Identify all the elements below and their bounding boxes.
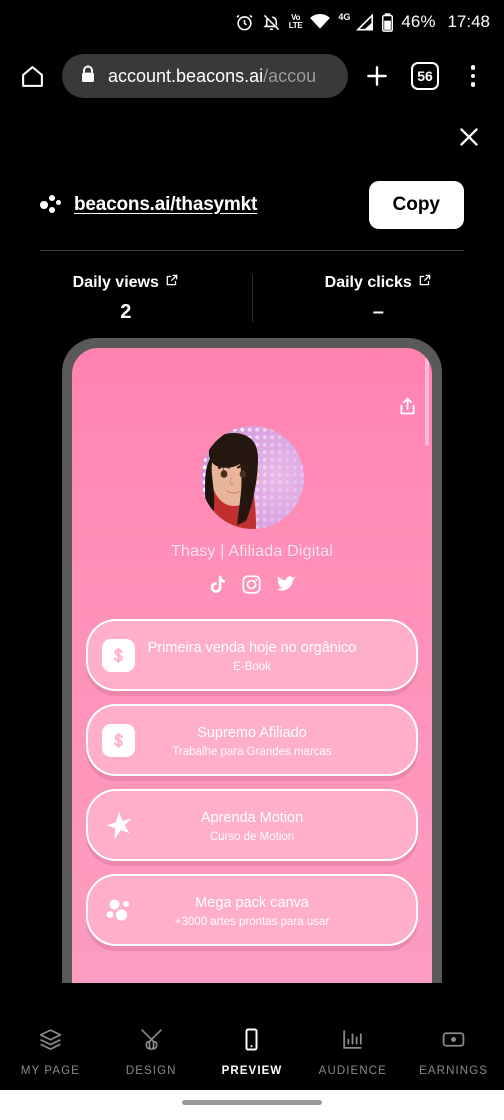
wifi-icon	[310, 14, 331, 30]
lock-icon	[80, 65, 96, 88]
nav-label: EARNINGS	[419, 1065, 489, 1077]
stat-daily-views[interactable]: Daily views 2	[0, 273, 252, 324]
layers-icon	[38, 1027, 63, 1057]
status-bar: Vo LTE 4G 46% 17:48	[0, 0, 504, 44]
social-links	[86, 574, 418, 600]
signal-4g-icon	[356, 13, 374, 31]
link-subtitle: Curso de Motion	[209, 830, 295, 843]
tab-count-label: 56	[411, 62, 439, 90]
profile-portrait	[204, 433, 258, 529]
stats-row: Daily views 2 Daily clicks –	[0, 251, 504, 338]
link-card[interactable]: Aprenda Motion Curso de Motion	[86, 789, 418, 861]
volte-icon: Vo LTE	[288, 13, 303, 30]
status-clock: 17:48	[447, 12, 490, 31]
network-type-label: 4G	[338, 12, 351, 22]
link-subtitle: E-Book	[233, 660, 271, 673]
preview-area: Thasy | Afiliada Digital Primeira venda …	[0, 338, 504, 983]
gesture-bar[interactable]	[182, 1100, 322, 1105]
share-icon[interactable]	[397, 395, 418, 423]
bottom-navigation: MY PAGE DESIGN PREVIEW AUDIENCE EARNINGS	[0, 1014, 504, 1090]
link-card[interactable]: Supremo Afiliado Trabalhe para Grandes m…	[86, 704, 418, 776]
stat-label-text: Daily views	[72, 273, 159, 291]
stat-daily-clicks[interactable]: Daily clicks –	[253, 273, 504, 324]
link-text: Aprenda Motion Curso de Motion	[102, 808, 402, 843]
link-card[interactable]: Mega pack canva +3000 artes prontas para…	[86, 874, 418, 946]
nav-item-audience[interactable]: AUDIENCE	[302, 1027, 403, 1077]
plus-icon[interactable]	[358, 56, 396, 96]
link-title: Aprenda Motion	[200, 809, 304, 826]
close-row	[0, 108, 504, 170]
link-subtitle: +3000 artes prontas para usar	[174, 915, 330, 928]
instagram-icon[interactable]	[241, 574, 262, 600]
copy-button[interactable]: Copy	[368, 181, 464, 229]
home-icon[interactable]	[12, 56, 52, 96]
phone-icon	[239, 1027, 264, 1057]
nav-item-design[interactable]: DESIGN	[101, 1027, 202, 1077]
phone-screen[interactable]: Thasy | Afiliada Digital Primeira venda …	[72, 348, 432, 983]
url-text: account.beacons.ai/accou	[108, 66, 316, 87]
gesture-nav-area	[0, 1090, 504, 1120]
tiktok-icon[interactable]	[207, 574, 228, 600]
nav-item-earnings[interactable]: EARNINGS	[403, 1027, 504, 1077]
link-card[interactable]: Primeira venda hoje no orgânico E-Book	[86, 619, 418, 691]
profile-url-link[interactable]: beacons.ai/thasymkt	[74, 194, 257, 216]
overflow-menu-icon[interactable]	[454, 56, 492, 96]
external-link-icon	[165, 273, 179, 292]
link-text: Mega pack canva +3000 artes prontas para…	[102, 893, 402, 928]
nav-label: AUDIENCE	[318, 1065, 387, 1077]
nav-item-my-page[interactable]: MY PAGE	[0, 1027, 101, 1077]
brushes-icon	[139, 1027, 164, 1057]
url-bar[interactable]: account.beacons.ai/accou	[62, 54, 348, 98]
link-text: Supremo Afiliado Trabalhe para Grandes m…	[102, 723, 402, 758]
alarm-icon	[235, 13, 254, 32]
link-list: Primeira venda hoje no orgânico E-Book S…	[86, 619, 418, 946]
battery-icon	[382, 12, 394, 32]
nav-item-preview[interactable]: PREVIEW	[202, 1027, 303, 1077]
external-link-icon	[418, 273, 432, 292]
link-text: Primeira venda hoje no orgânico E-Book	[102, 638, 402, 673]
stat-label: Daily clicks	[325, 273, 432, 292]
phone-frame: Thasy | Afiliada Digital Primeira venda …	[62, 338, 442, 983]
close-icon[interactable]	[456, 124, 482, 155]
profile-url-row: beacons.ai/thasymkt Copy	[0, 170, 504, 240]
stat-label: Daily views	[73, 273, 179, 292]
link-title: Primeira venda hoje no orgânico	[147, 639, 357, 656]
preview-scrollbar[interactable]	[425, 358, 429, 446]
nav-label: PREVIEW	[221, 1065, 283, 1077]
url-domain: account.beacons.ai	[108, 65, 264, 86]
beacons-logo-icon	[40, 194, 62, 216]
phone-screenshot: Vo LTE 4G 46% 17:48 account.beacons.ai/a…	[0, 0, 504, 1120]
avatar	[200, 426, 304, 529]
tab-counter-button[interactable]: 56	[406, 56, 444, 96]
nav-label: MY PAGE	[20, 1065, 80, 1077]
link-title: Mega pack canva	[195, 894, 309, 911]
bell-muted-icon	[262, 13, 281, 32]
url-path: /accou	[263, 65, 317, 86]
twitter-icon[interactable]	[275, 574, 297, 600]
link-subtitle: Trabalhe para Grandes marcas	[172, 745, 332, 758]
battery-percent: 46%	[401, 12, 436, 31]
nav-label: DESIGN	[125, 1065, 177, 1077]
avatar-container	[86, 348, 418, 529]
stat-label-text: Daily clicks	[324, 273, 412, 291]
display-name: Thasy | Afiliada Digital	[171, 543, 333, 560]
stat-value: 2	[120, 301, 132, 323]
link-title: Supremo Afiliado	[197, 724, 307, 741]
money-icon	[441, 1027, 466, 1057]
browser-toolbar: account.beacons.ai/accou 56	[0, 44, 504, 108]
bar-chart-icon	[340, 1027, 365, 1057]
stat-value: –	[372, 301, 384, 323]
